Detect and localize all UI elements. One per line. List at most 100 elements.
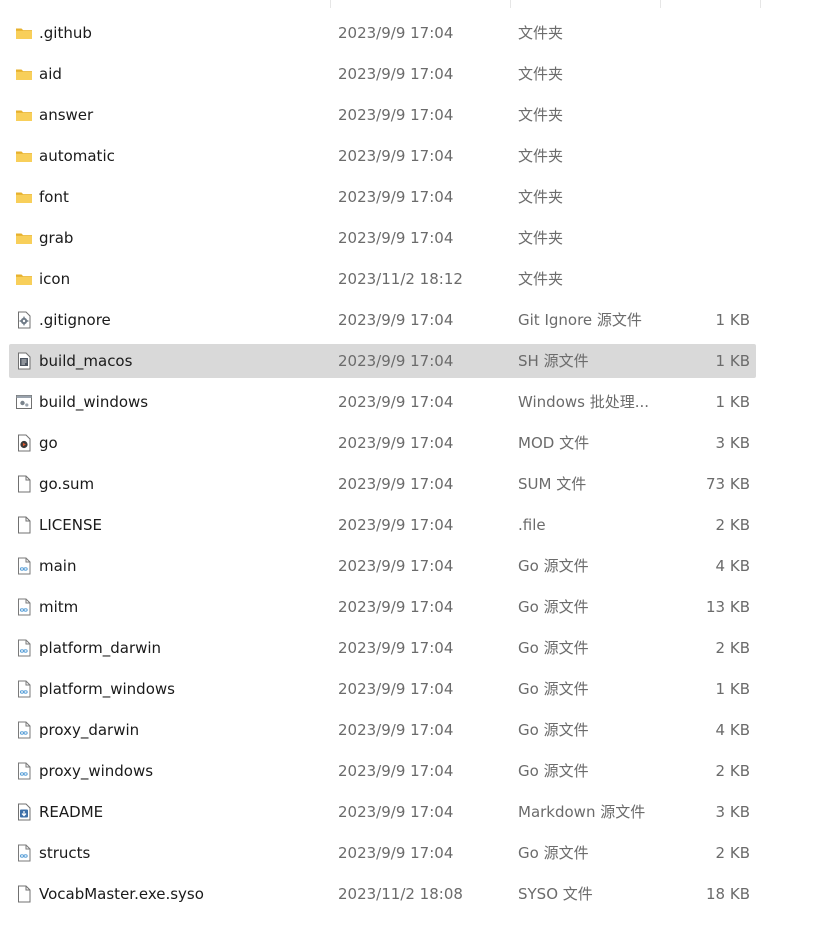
file-type: Windows 批处理...: [518, 393, 650, 411]
file-type: Go 源文件: [518, 598, 589, 616]
file-row[interactable]: README 2023/9/9 17:04 Markdown 源文件 3 KB: [9, 795, 756, 829]
file-type: Go 源文件: [518, 639, 589, 657]
file-row[interactable]: build_windows 2023/9/9 17:04 Windows 批处理..…: [9, 385, 756, 419]
file-modified-date: 2023/9/9 17:04: [338, 188, 454, 206]
file-type: 文件夹: [518, 65, 564, 83]
file-row[interactable]: platform_darwin 2023/9/9 17:04 Go 源文件 2 KB: [9, 631, 756, 665]
file-type: .file: [518, 516, 546, 534]
file-modified-date: 2023/9/9 17:04: [338, 803, 454, 821]
file-size: 2 KB: [715, 516, 750, 534]
file-modified-date: 2023/9/9 17:04: [338, 557, 454, 575]
file-size: 1 KB: [715, 311, 750, 329]
blank-file-icon: [15, 516, 33, 534]
file-name: grab: [39, 229, 74, 247]
file-row[interactable]: automatic 2023/9/9 17:04 文件夹: [9, 139, 756, 173]
file-name: .github: [39, 24, 92, 42]
go-file-icon: [15, 598, 33, 616]
file-row[interactable]: structs 2023/9/9 17:04 Go 源文件 2 KB: [9, 836, 756, 870]
file-row[interactable]: proxy_windows 2023/9/9 17:04 Go 源文件 2 KB: [9, 754, 756, 788]
file-modified-date: 2023/9/9 17:04: [338, 516, 454, 534]
media-file-icon: [15, 434, 33, 452]
file-name: platform_windows: [39, 680, 175, 698]
file-type: 文件夹: [518, 24, 564, 42]
file-name: go: [39, 434, 58, 452]
file-modified-date: 2023/9/9 17:04: [338, 311, 454, 329]
file-type: SH 源文件: [518, 352, 589, 370]
file-row[interactable]: go.sum 2023/9/9 17:04 SUM 文件 73 KB: [9, 467, 756, 501]
file-name: proxy_darwin: [39, 721, 140, 739]
file-modified-date: 2023/9/9 17:04: [338, 680, 454, 698]
file-row[interactable]: grab 2023/9/9 17:04 文件夹: [9, 221, 756, 255]
column-divider-end[interactable]: [760, 0, 761, 8]
go-file-icon: [15, 639, 33, 657]
batch-file-icon: [15, 393, 33, 411]
script-file-icon: [15, 352, 33, 370]
file-type: Go 源文件: [518, 721, 589, 739]
file-name: structs: [39, 844, 91, 862]
settings-file-icon: [15, 311, 33, 329]
file-row[interactable]: proxy_darwin 2023/9/9 17:04 Go 源文件 4 KB: [9, 713, 756, 747]
file-name: platform_darwin: [39, 639, 162, 657]
file-row[interactable]: platform_windows 2023/9/9 17:04 Go 源文件 1 KB: [9, 672, 756, 706]
file-type: 文件夹: [518, 106, 564, 124]
go-file-icon: [15, 557, 33, 575]
file-type: Go 源文件: [518, 557, 589, 575]
file-name: .gitignore: [39, 311, 111, 329]
file-type: 文件夹: [518, 270, 564, 288]
file-row[interactable]: font 2023/9/9 17:04 文件夹: [9, 180, 756, 214]
file-modified-date: 2023/9/9 17:04: [338, 106, 454, 124]
file-modified-date: 2023/9/9 17:04: [338, 639, 454, 657]
file-row[interactable]: LICENSE 2023/9/9 17:04 .file 2 KB: [9, 508, 756, 542]
file-row[interactable]: .gitignore 2023/9/9 17:04 Git Ignore 源文件 1 …: [9, 303, 756, 337]
markdown-file-icon: [15, 803, 33, 821]
file-row[interactable]: answer 2023/9/9 17:04 文件夹: [9, 98, 756, 132]
column-divider-type[interactable]: [510, 0, 511, 8]
file-name: automatic: [39, 147, 115, 165]
file-row[interactable]: icon 2023/11/2 18:12 文件夹: [9, 262, 756, 296]
file-name: proxy_windows: [39, 762, 154, 780]
file-modified-date: 2023/9/9 17:04: [338, 393, 454, 411]
file-size: 1 KB: [715, 352, 750, 370]
file-type: Go 源文件: [518, 680, 589, 698]
folder-icon: [15, 65, 33, 83]
file-row[interactable]: mitm 2023/9/9 17:04 Go 源文件 13 KB: [9, 590, 756, 624]
file-modified-date: 2023/11/2 18:08: [338, 885, 463, 903]
file-modified-date: 2023/9/9 17:04: [338, 434, 454, 452]
file-name: font: [39, 188, 69, 206]
file-name: go.sum: [39, 475, 95, 493]
file-modified-date: 2023/9/9 17:04: [338, 844, 454, 862]
file-size: 1 KB: [715, 393, 750, 411]
file-size: 3 KB: [715, 803, 750, 821]
file-modified-date: 2023/9/9 17:04: [338, 475, 454, 493]
file-size: 1 KB: [715, 680, 750, 698]
column-divider-size[interactable]: [660, 0, 661, 8]
file-type: Git Ignore 源文件: [518, 311, 642, 329]
go-file-icon: [15, 680, 33, 698]
file-modified-date: 2023/9/9 17:04: [338, 65, 454, 83]
file-type: 文件夹: [518, 147, 564, 165]
file-modified-date: 2023/9/9 17:04: [338, 24, 454, 42]
blank-file-icon: [15, 885, 33, 903]
file-row[interactable]: VocabMaster.exe.syso 2023/11/2 18:08 SYSO …: [9, 877, 756, 911]
file-size: 18 KB: [706, 885, 750, 903]
go-file-icon: [15, 844, 33, 862]
file-type: SYSO 文件: [518, 885, 593, 903]
file-size: 4 KB: [715, 721, 750, 739]
go-file-icon: [15, 762, 33, 780]
file-row[interactable]: build_macos 2023/9/9 17:04 SH 源文件 1 KB: [9, 344, 756, 378]
file-size: 4 KB: [715, 557, 750, 575]
file-type: Go 源文件: [518, 762, 589, 780]
folder-icon: [15, 24, 33, 42]
file-modified-date: 2023/9/9 17:04: [338, 352, 454, 370]
file-row[interactable]: main 2023/9/9 17:04 Go 源文件 4 KB: [9, 549, 756, 583]
column-divider-date[interactable]: [330, 0, 331, 8]
file-row[interactable]: go 2023/9/9 17:04 MOD 文件 3 KB: [9, 426, 756, 460]
file-row[interactable]: .github 2023/9/9 17:04 文件夹: [9, 16, 756, 50]
folder-icon: [15, 270, 33, 288]
blank-file-icon: [15, 475, 33, 493]
file-type: Go 源文件: [518, 844, 589, 862]
file-name: LICENSE: [39, 516, 102, 534]
file-type: Markdown 源文件: [518, 803, 646, 821]
file-row[interactable]: aid 2023/9/9 17:04 文件夹: [9, 57, 756, 91]
file-size: 3 KB: [715, 434, 750, 452]
